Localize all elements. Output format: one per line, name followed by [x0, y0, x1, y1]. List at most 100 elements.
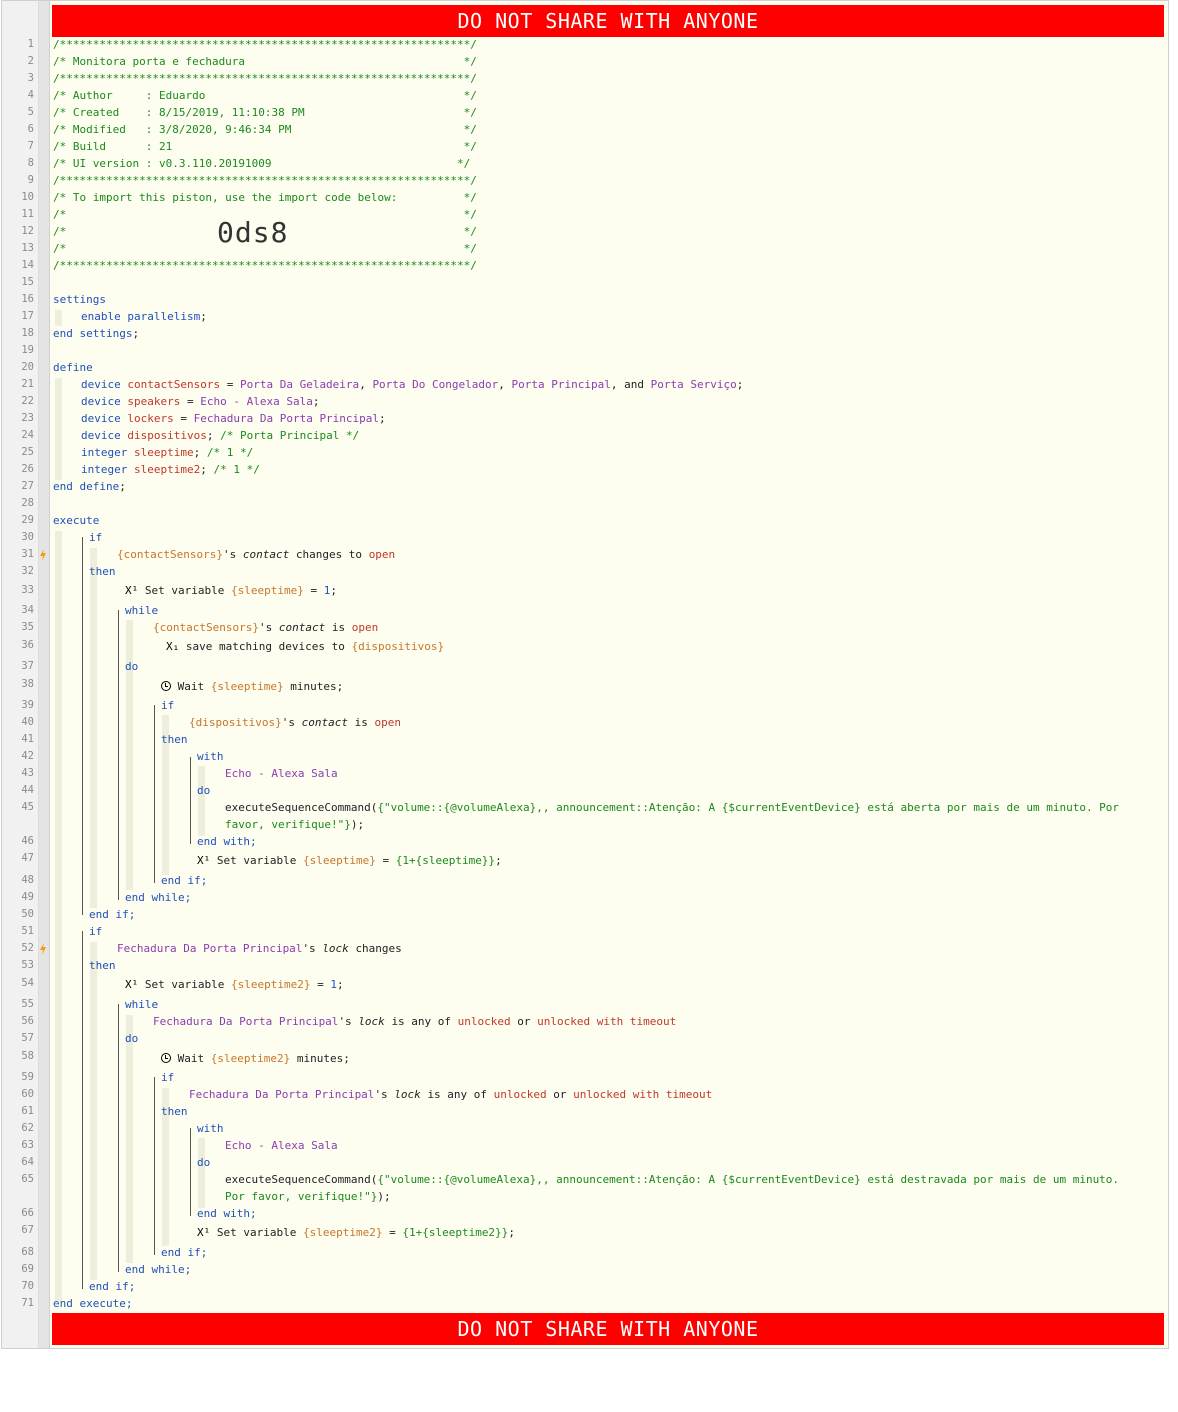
- condition-contact-changes[interactable]: {contactSensors}'s contact changes to op…: [117, 548, 395, 561]
- condition-contact-open[interactable]: {dispositivos}'s contact is open: [189, 716, 401, 729]
- wait-text: Wait: [177, 1052, 205, 1065]
- wait-statement[interactable]: Wait {sleeptime2} minutes;: [161, 1052, 350, 1065]
- line-number: 18: [21, 327, 34, 339]
- type-keyword: device: [81, 378, 121, 391]
- end-with[interactable]: end with;: [197, 835, 257, 848]
- if-keyword[interactable]: if: [89, 925, 102, 938]
- device-name[interactable]: Echo - Alexa Sala: [225, 1139, 338, 1152]
- end-with-text: end with: [197, 1207, 250, 1220]
- save-matching-statement[interactable]: X₁ save matching devices to {dispositivo…: [166, 640, 444, 653]
- end-while[interactable]: end while;: [125, 891, 191, 904]
- end-with-text: end with: [197, 835, 250, 848]
- if-block-bracket: [82, 537, 83, 915]
- import-code: 0ds8: [217, 216, 289, 249]
- end-define[interactable]: end define;: [53, 480, 126, 493]
- define-sleeptime[interactable]: integer sleeptime; /* 1 */: [81, 446, 253, 459]
- end-if[interactable]: end if;: [161, 1246, 207, 1259]
- setting-statement[interactable]: enable parallelism;: [81, 310, 207, 323]
- device-name: Fechadura Da Porta Principal: [117, 942, 303, 955]
- do-keyword[interactable]: do: [197, 1156, 210, 1169]
- variable-name: sleeptime: [133, 446, 194, 459]
- set-variable-statement[interactable]: X¹ Set variable {sleeptime} = 1;: [125, 584, 337, 597]
- end-if-text: end if: [161, 1246, 201, 1259]
- do-keyword[interactable]: do: [125, 660, 138, 673]
- set-variable-statement[interactable]: X¹ Set variable {sleeptime} = {1+{sleept…: [197, 854, 502, 867]
- line-number: 6: [27, 123, 34, 135]
- operator: or: [553, 1088, 567, 1101]
- end-with[interactable]: end with;: [197, 1207, 257, 1220]
- then-keyword[interactable]: then: [89, 565, 116, 578]
- condition-lock-changes[interactable]: Fechadura Da Porta Principal's lock chan…: [117, 942, 402, 955]
- line-number: 29: [21, 514, 34, 526]
- line-number: 36: [21, 639, 34, 651]
- set-variable-statement[interactable]: X¹ Set variable {sleeptime2} = 1;: [125, 978, 344, 991]
- with-keyword[interactable]: with: [197, 750, 224, 763]
- end-if[interactable]: end if;: [89, 908, 135, 921]
- expression: {contactSensors}: [153, 621, 259, 634]
- while-condition[interactable]: {contactSensors}'s contact is open: [153, 621, 378, 634]
- define-contact-sensors[interactable]: device contactSensors = Porta Da Geladei…: [81, 378, 743, 391]
- end-if[interactable]: end if;: [89, 1280, 135, 1293]
- execute-command[interactable]: executeSequenceCommand({"volume::{@volum…: [225, 801, 1119, 814]
- wait-statement[interactable]: Wait {sleeptime} minutes;: [161, 680, 343, 693]
- then-keyword[interactable]: then: [161, 1105, 188, 1118]
- line-number: 55: [21, 998, 34, 1010]
- end-execute[interactable]: end execute;: [53, 1297, 132, 1310]
- end-while[interactable]: end while;: [125, 1263, 191, 1276]
- line-number: 61: [21, 1105, 34, 1117]
- trigger-bolt-icon: [40, 549, 46, 561]
- if-keyword[interactable]: if: [161, 1071, 174, 1084]
- value: unlocked with timeout: [537, 1015, 677, 1028]
- end-if[interactable]: end if;: [161, 874, 207, 887]
- setting-text: enable parallelism: [81, 310, 201, 323]
- then-keyword[interactable]: then: [89, 959, 116, 972]
- execute-command[interactable]: executeSequenceCommand({"volume::{@volum…: [225, 1173, 1119, 1186]
- line-number: 26: [21, 463, 34, 475]
- expression: {sleeptime2}: [210, 1052, 291, 1065]
- indent-guide: [198, 766, 205, 836]
- set-variable-icon: X¹: [125, 584, 139, 597]
- device-name[interactable]: Echo - Alexa Sala: [225, 767, 338, 780]
- define-sleeptime2[interactable]: integer sleeptime2; /* 1 */: [81, 463, 260, 476]
- define-dispositivos[interactable]: device dispositivos; /* Porta Principal …: [81, 429, 359, 442]
- do-keyword[interactable]: do: [125, 1032, 138, 1045]
- condition-lock-unlocked[interactable]: Fechadura Da Porta Principal's lock is a…: [189, 1088, 712, 1101]
- end-if-text: end if: [161, 874, 201, 887]
- variable-name: dispositivos: [127, 429, 207, 442]
- line-number: 63: [21, 1139, 34, 1151]
- line-number: 3: [27, 72, 34, 84]
- end-settings[interactable]: end settings;: [53, 327, 139, 340]
- line-number: 21: [21, 378, 34, 390]
- expression: {contactSensors}: [117, 548, 223, 561]
- device-name: Porta Serviço: [650, 378, 737, 391]
- line-number: 67: [21, 1224, 34, 1236]
- settings-keyword[interactable]: settings: [53, 293, 106, 306]
- device-name: Porta Principal: [511, 378, 611, 391]
- set-variable-text: Set variable: [216, 854, 297, 867]
- while-keyword[interactable]: while: [125, 604, 158, 617]
- define-speakers[interactable]: device speakers = Echo - Alexa Sala;: [81, 395, 319, 408]
- indent-guide: [126, 1015, 133, 1263]
- end-settings-text: end settings: [53, 327, 133, 340]
- define-keyword[interactable]: define: [53, 361, 93, 374]
- set-variable-statement[interactable]: X¹ Set variable {sleeptime2} = {1+{sleep…: [197, 1226, 515, 1239]
- do-keyword[interactable]: do: [197, 784, 210, 797]
- while-keyword[interactable]: while: [125, 998, 158, 1011]
- comment: /* 1 */: [213, 463, 260, 476]
- while-condition[interactable]: Fechadura Da Porta Principal's lock is a…: [153, 1015, 676, 1028]
- if-block-bracket: [82, 931, 83, 1289]
- device-name: Porta Da Geladeira: [239, 378, 360, 391]
- with-keyword[interactable]: with: [197, 1122, 224, 1135]
- line-number: 66: [21, 1207, 34, 1219]
- define-lockers[interactable]: device lockers = Fechadura Da Porta Prin…: [81, 412, 386, 425]
- line-number: 22: [21, 395, 34, 407]
- line-number: 47: [21, 852, 34, 864]
- line-number: 4: [27, 89, 34, 101]
- line-number: 32: [21, 565, 34, 577]
- if-keyword[interactable]: if: [161, 699, 174, 712]
- if-keyword[interactable]: if: [89, 531, 102, 544]
- line-number: 57: [21, 1032, 34, 1044]
- line-number: 59: [21, 1071, 34, 1083]
- then-keyword[interactable]: then: [161, 733, 188, 746]
- execute-keyword[interactable]: execute: [53, 514, 99, 527]
